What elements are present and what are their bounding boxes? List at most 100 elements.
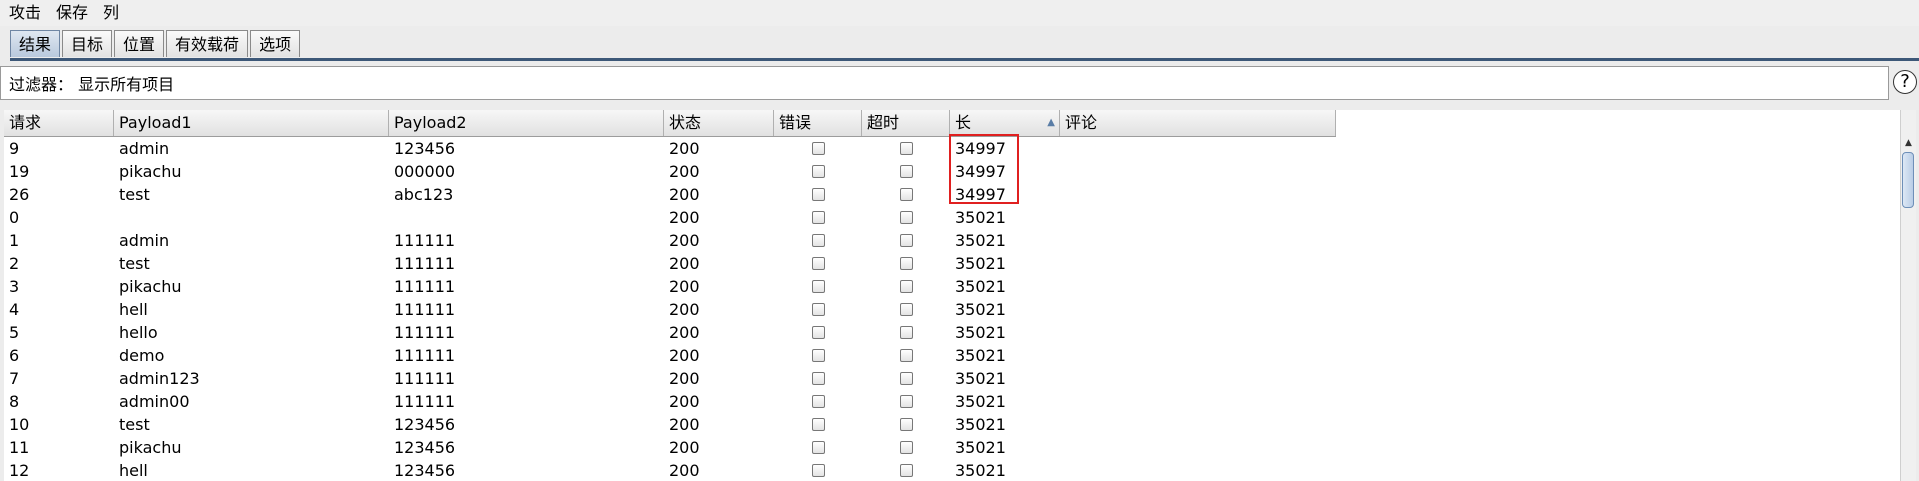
request-cell: 5 <box>9 323 20 342</box>
tab-payloads[interactable]: 有效载荷 <box>166 30 249 57</box>
error-checkbox-cell <box>774 390 862 413</box>
payload1-cell: demo <box>119 346 165 365</box>
error-checkbox <box>811 395 825 408</box>
column-header-timeout[interactable]: 超时 <box>862 110 950 136</box>
timeout-checkbox <box>899 464 913 477</box>
error-checkbox-cell <box>774 275 862 298</box>
comment-cell <box>1060 436 1336 459</box>
length-cell: 35021 <box>955 369 1006 388</box>
column-header-length[interactable]: 长 ▲ <box>950 110 1060 136</box>
timeout-checkbox-cell <box>862 275 950 298</box>
timeout-checkbox <box>899 165 913 178</box>
payload2-cell: 123456 <box>394 139 456 158</box>
vertical-scrollbar[interactable]: ▲ <box>1900 110 1916 481</box>
filter-bar[interactable]: 过滤器： 显示所有项目 <box>0 66 1889 100</box>
length-cell: 35021 <box>955 300 1006 319</box>
payload2-cell: 123456 <box>394 461 456 480</box>
table-header: 请求 Payload1 Payload2 状态 错误 超时 长 ▲ 评论 <box>4 110 1336 137</box>
payload2-cell: 111111 <box>394 323 456 342</box>
timeout-checkbox-cell <box>862 436 950 459</box>
filter-label[interactable]: 过滤器： 显示所有项目 <box>9 71 174 95</box>
sort-ascending-icon: ▲ <box>1047 117 1055 128</box>
timeout-checkbox-cell <box>862 390 950 413</box>
timeout-checkbox <box>899 326 913 339</box>
column-header-status[interactable]: 状态 <box>664 110 774 136</box>
request-cell: 26 <box>9 185 30 204</box>
payload1-cell: pikachu <box>119 162 182 181</box>
error-checkbox-cell <box>774 298 862 321</box>
tab-positions[interactable]: 位置 <box>114 30 165 57</box>
table-row[interactable]: 3 pikachu 111111 200 35021 <box>4 275 1336 298</box>
timeout-checkbox-cell <box>862 252 950 275</box>
table-row[interactable]: 9 admin 123456 200 34997 <box>4 137 1336 160</box>
table-row[interactable]: 12 hell 123456 200 35021 <box>4 459 1336 481</box>
length-cell: 35021 <box>955 346 1006 365</box>
length-cell: 35021 <box>955 231 1006 250</box>
table-row[interactable]: 11 pikachu 123456 200 35021 <box>4 436 1336 459</box>
payload2-cell: abc123 <box>394 185 454 204</box>
column-header-payload2[interactable]: Payload2 <box>389 110 664 136</box>
menu-attack[interactable]: 攻击 <box>0 0 47 26</box>
timeout-checkbox-cell <box>862 298 950 321</box>
comment-cell <box>1060 160 1336 183</box>
tab-target[interactable]: 目标 <box>62 30 113 57</box>
help-button[interactable]: ? <box>1893 70 1917 94</box>
column-header-error[interactable]: 错误 <box>774 110 862 136</box>
timeout-checkbox <box>899 303 913 316</box>
request-cell: 0 <box>9 208 20 227</box>
error-checkbox-cell <box>774 413 862 436</box>
length-header-label: 长 <box>955 113 972 132</box>
table-row[interactable]: 0 200 35021 <box>4 206 1336 229</box>
status-cell: 200 <box>669 461 700 480</box>
timeout-checkbox-cell <box>862 137 950 160</box>
comment-cell <box>1060 413 1336 436</box>
payload1-cell: admin123 <box>119 369 200 388</box>
comment-cell <box>1060 459 1336 481</box>
menu-columns[interactable]: 列 <box>94 0 125 26</box>
error-checkbox <box>811 418 825 431</box>
tab-underline <box>10 58 1919 61</box>
comment-cell <box>1060 252 1336 275</box>
payload1-cell: pikachu <box>119 277 182 296</box>
table-row[interactable]: 26 test abc123 200 34997 <box>4 183 1336 206</box>
column-header-request[interactable]: 请求 <box>4 110 114 136</box>
column-header-payload1[interactable]: Payload1 <box>114 110 389 136</box>
payload1-cell: pikachu <box>119 438 182 457</box>
table-row[interactable]: 2 test 111111 200 35021 <box>4 252 1336 275</box>
status-cell: 200 <box>669 323 700 342</box>
table-row[interactable]: 19 pikachu 000000 200 34997 <box>4 160 1336 183</box>
table-row[interactable]: 10 test 123456 200 35021 <box>4 413 1336 436</box>
payload2-cell: 111111 <box>394 254 456 273</box>
table-row[interactable]: 5 hello 111111 200 35021 <box>4 321 1336 344</box>
timeout-checkbox-cell <box>862 229 950 252</box>
request-cell: 9 <box>9 139 20 158</box>
error-checkbox <box>811 349 825 362</box>
table-row[interactable]: 4 hell 111111 200 35021 <box>4 298 1336 321</box>
column-header-comment[interactable]: 评论 <box>1060 110 1336 136</box>
request-cell: 7 <box>9 369 20 388</box>
tab-options[interactable]: 选项 <box>250 30 301 57</box>
table-row[interactable]: 7 admin123 111111 200 35021 <box>4 367 1336 390</box>
results-grid: 请求 Payload1 Payload2 状态 错误 超时 长 ▲ 评论 9 ad… <box>4 110 1336 481</box>
payload2-cell: 123456 <box>394 415 456 434</box>
error-checkbox <box>811 326 825 339</box>
timeout-checkbox <box>899 234 913 247</box>
payload2-cell: 111111 <box>394 277 456 296</box>
timeout-checkbox-cell <box>862 160 950 183</box>
table-row[interactable]: 6 demo 111111 200 35021 <box>4 344 1336 367</box>
timeout-checkbox <box>899 257 913 270</box>
status-cell: 200 <box>669 185 700 204</box>
tab-results[interactable]: 结果 <box>10 30 61 57</box>
timeout-checkbox-cell <box>862 344 950 367</box>
timeout-checkbox-cell <box>862 206 950 229</box>
table-row[interactable]: 1 admin 111111 200 35021 <box>4 229 1336 252</box>
table-row[interactable]: 8 admin00 111111 200 35021 <box>4 390 1336 413</box>
length-cell: 34997 <box>955 162 1006 181</box>
menu-save[interactable]: 保存 <box>47 0 94 26</box>
status-cell: 200 <box>669 438 700 457</box>
payload1-cell: hell <box>119 461 148 480</box>
payload2-cell: 000000 <box>394 162 456 181</box>
payload2-cell <box>389 206 664 229</box>
scroll-up-arrow-icon[interactable]: ▲ <box>1901 136 1916 150</box>
scroll-thumb[interactable] <box>1902 152 1914 208</box>
